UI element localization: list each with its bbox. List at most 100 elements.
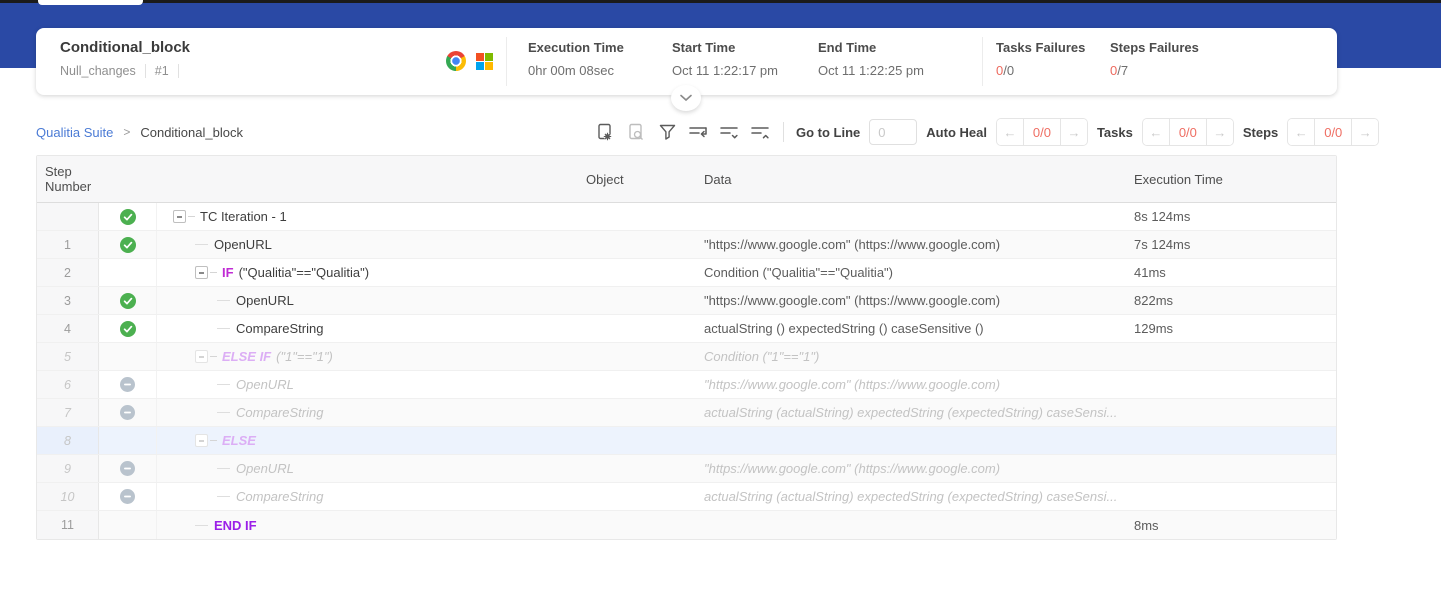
divider	[145, 64, 146, 78]
table-row[interactable]: 1OpenURL"https://www.google.com" (https:…	[37, 231, 1336, 259]
execution-time-cell: 129ms	[1126, 315, 1338, 342]
step-number	[37, 203, 99, 230]
status-skipped-icon	[120, 461, 136, 477]
stat-execution-time: Execution Time 0hr 00m 08sec	[528, 40, 624, 78]
arrow-left-icon[interactable]: ←	[1288, 119, 1314, 145]
filter-icon[interactable]	[656, 121, 678, 143]
goto-line-input[interactable]	[869, 119, 917, 145]
step-name-cell: OpenURL	[157, 231, 578, 258]
report-search-icon[interactable]	[625, 121, 647, 143]
table-row[interactable]: 6OpenURL"https://www.google.com" (https:…	[37, 371, 1336, 399]
status-cell	[99, 511, 157, 539]
column-step-number: Step Number	[37, 164, 99, 194]
collapse-toggle-icon[interactable]	[195, 266, 208, 279]
breadcrumb-toolbar-row: Qualitia Suite > Conditional_block	[36, 117, 1337, 147]
object-cell	[578, 427, 696, 454]
column-data: Data	[696, 172, 1126, 187]
step-number: 4	[37, 315, 99, 342]
step-name: TC Iteration - 1	[200, 209, 287, 224]
stat-label: Execution Time	[528, 40, 624, 55]
data-cell	[696, 427, 1126, 454]
condition-keyword: ELSE	[222, 433, 256, 448]
data-cell: actualString () expectedString () caseSe…	[696, 315, 1126, 342]
qualitia-report-page: Conditional_block Null_changes #1 Execut…	[0, 0, 1441, 613]
table-row[interactable]: 2IF("Qualitia"=="Qualitia")Condition ("Q…	[37, 259, 1336, 287]
status-cell	[99, 315, 157, 342]
auto-heal-count: 0/0	[1023, 119, 1061, 145]
table-row[interactable]: 8 ELSE	[37, 427, 1336, 455]
data-cell	[696, 203, 1126, 230]
testcase-subtitle: Null_changes #1	[60, 64, 179, 78]
collapse-all-icon[interactable]	[749, 121, 771, 143]
tree-connector	[210, 356, 217, 357]
expand-all-icon[interactable]	[718, 121, 740, 143]
step-name: CompareString	[236, 405, 323, 420]
table-row[interactable]: TC Iteration - 1 8s 124ms	[37, 203, 1336, 231]
goto-line-label: Go to Line	[796, 125, 860, 140]
steps-label: Steps	[1243, 125, 1278, 140]
steps-count: 0/0	[1314, 119, 1352, 145]
step-name-cell: END IF	[157, 511, 578, 539]
report-settings-icon[interactable]	[594, 121, 616, 143]
step-number: 11	[37, 511, 99, 539]
stat-value: Oct 11 1:22:17 pm	[672, 63, 778, 78]
collapse-toggle-icon[interactable]	[195, 434, 208, 447]
step-name-cell: ELSE IF("1"=="1")	[157, 343, 578, 370]
arrow-left-icon[interactable]: ←	[1143, 119, 1169, 145]
steps-stepper: ← 0/0 →	[1287, 118, 1379, 146]
execution-time-cell: 8s 124ms	[1126, 203, 1338, 230]
stat-label: Start Time	[672, 40, 778, 55]
status-cell	[99, 287, 157, 314]
windows-icon	[476, 53, 493, 70]
tree-connector	[195, 244, 208, 245]
step-number: 2	[37, 259, 99, 286]
execution-time-cell	[1126, 371, 1338, 398]
table-row[interactable]: 9OpenURL"https://www.google.com" (https:…	[37, 455, 1336, 483]
arrow-right-icon[interactable]: →	[1352, 119, 1378, 145]
execution-time-cell: 41ms	[1126, 259, 1338, 286]
tree-connector	[210, 440, 217, 441]
arrow-left-icon[interactable]: ←	[997, 119, 1023, 145]
status-cell	[99, 343, 157, 370]
data-cell: "https://www.google.com" (https://www.go…	[696, 455, 1126, 482]
execution-time-cell: 7s 124ms	[1126, 231, 1338, 258]
go-to-step-icon[interactable]	[687, 121, 709, 143]
tasks-label: Tasks	[1097, 125, 1133, 140]
data-cell: Condition ("Qualitia"=="Qualitia")	[696, 259, 1126, 286]
total-count: /0	[1003, 63, 1014, 78]
step-name: ("Qualitia"=="Qualitia")	[239, 265, 369, 280]
data-cell: actualString (actualString) expectedStri…	[696, 483, 1126, 510]
step-name-cell: OpenURL	[157, 455, 578, 482]
step-number: 8	[37, 427, 99, 454]
table-row[interactable]: 4CompareStringactualString () expectedSt…	[37, 315, 1336, 343]
collapse-toggle-icon[interactable]	[173, 210, 186, 223]
breadcrumb-current: Conditional_block	[140, 125, 243, 140]
testcase-title: Conditional_block	[60, 39, 190, 56]
tree-connector	[188, 216, 195, 217]
table-row[interactable]: 10CompareStringactualString (actualStrin…	[37, 483, 1336, 511]
condition-keyword: ELSE IF	[222, 349, 271, 364]
tree-connector	[210, 272, 217, 273]
arrow-right-icon[interactable]: →	[1207, 119, 1233, 145]
breadcrumb-root-link[interactable]: Qualitia Suite	[36, 125, 113, 140]
table-row[interactable]: 11 END IF 8ms	[37, 511, 1336, 539]
object-cell	[578, 371, 696, 398]
status-cell	[99, 231, 157, 258]
table-row[interactable]: 3OpenURL"https://www.google.com" (https:…	[37, 287, 1336, 315]
object-cell	[578, 343, 696, 370]
object-cell	[578, 231, 696, 258]
collapse-summary-button[interactable]	[671, 85, 701, 111]
arrow-right-icon[interactable]: →	[1061, 119, 1087, 145]
step-name-cell: OpenURL	[157, 371, 578, 398]
table-row[interactable]: 7CompareStringactualString (actualString…	[37, 399, 1336, 427]
collapse-toggle-icon[interactable]	[195, 350, 208, 363]
chevron-down-icon	[680, 94, 692, 102]
table-row[interactable]: 5ELSE IF("1"=="1")Condition ("1"=="1")	[37, 343, 1336, 371]
execution-time-cell: 8ms	[1126, 511, 1338, 539]
execution-time-cell	[1126, 399, 1338, 426]
object-cell	[578, 455, 696, 482]
column-object: Object	[578, 172, 696, 187]
data-cell: Condition ("1"=="1")	[696, 343, 1126, 370]
status-cell	[99, 203, 157, 230]
tree-connector	[217, 328, 230, 329]
